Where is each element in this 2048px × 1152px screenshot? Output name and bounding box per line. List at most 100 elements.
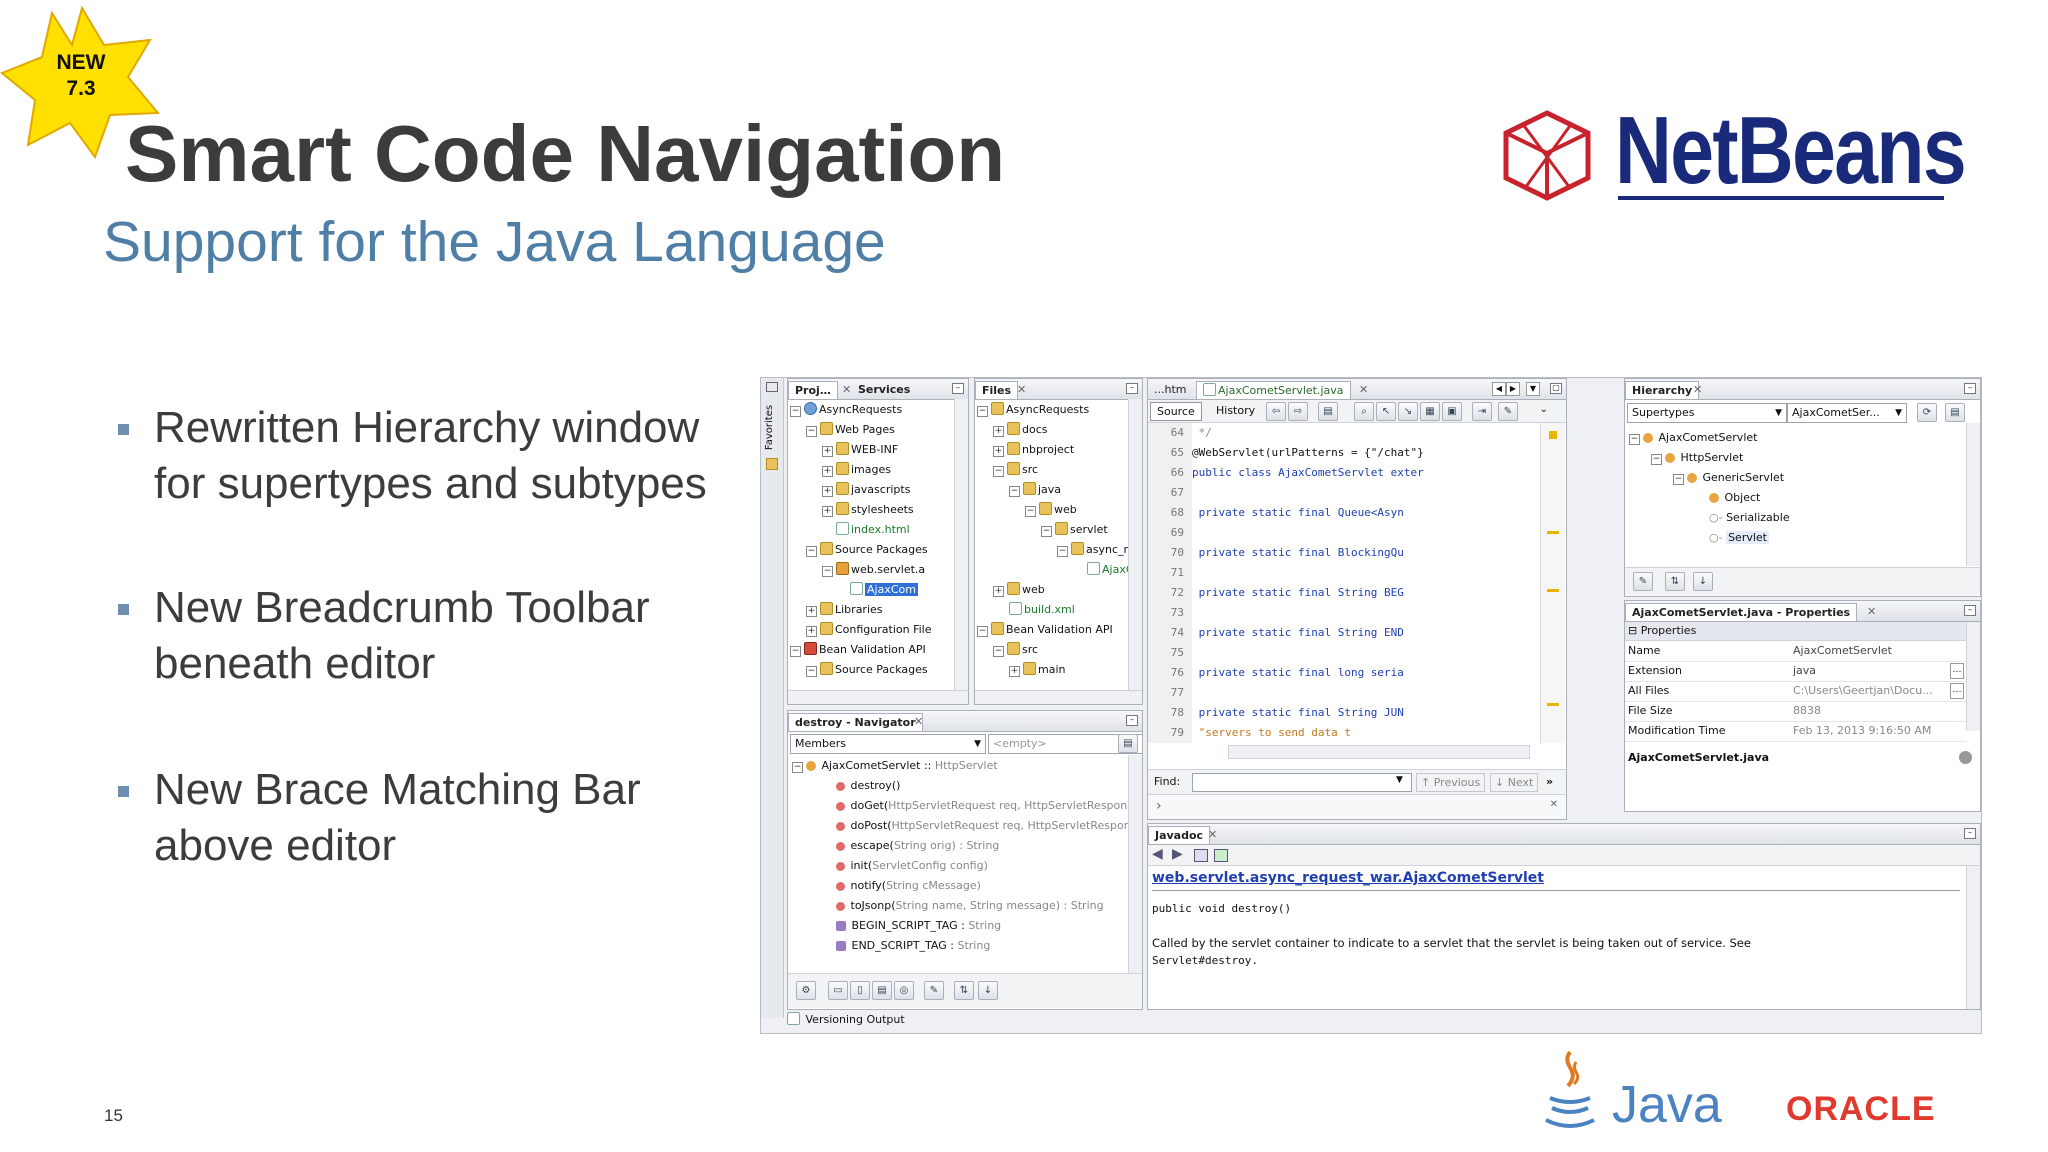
tree-item[interactable]: − web.servlet.a <box>822 561 925 579</box>
comment-icon[interactable]: ✎ <box>1498 402 1518 421</box>
restore-icon[interactable] <box>766 382 778 392</box>
find-next-icon[interactable]: ↘ <box>1398 402 1418 421</box>
tree-item[interactable]: + web <box>993 581 1045 599</box>
tab-scroll-right-icon[interactable]: ▶ <box>1506 382 1520 396</box>
warning-marker[interactable] <box>1549 431 1557 439</box>
tab-javadoc[interactable]: Javadoc <box>1148 826 1211 844</box>
sort-by-source-icon[interactable]: ↓ <box>978 981 998 1000</box>
open-source-icon[interactable]: ✎ <box>924 981 944 1000</box>
tree-item[interactable]: + main <box>1009 661 1065 679</box>
close-icon[interactable]: ✕ <box>1550 799 1558 810</box>
tree-item[interactable]: − web <box>1025 501 1077 519</box>
member-item[interactable]: destroy() <box>836 777 900 795</box>
show-fields-icon[interactable]: ▭ <box>828 981 848 1000</box>
close-icon[interactable]: ✕ <box>1687 381 1708 398</box>
expand-all-icon[interactable]: ⇅ <box>1665 572 1685 591</box>
tree-item[interactable]: − Bean Validation API <box>790 641 926 659</box>
tree-item[interactable]: + WEB-INF <box>822 441 898 459</box>
minimize-icon[interactable]: – <box>1126 715 1138 726</box>
tree-item[interactable]: + docs <box>993 421 1048 439</box>
tree-item[interactable]: + Configuration File <box>806 621 932 639</box>
maximize-icon[interactable]: ▢ <box>1550 383 1562 394</box>
open-in-browser-icon[interactable] <box>1194 849 1208 862</box>
property-row[interactable]: File Size 8838 <box>1625 701 1966 722</box>
javadoc-class-link[interactable]: web.servlet.async_request_war.AjaxCometS… <box>1152 870 1544 886</box>
tree-item[interactable]: − src <box>993 461 1038 479</box>
back-icon[interactable]: ◀ <box>1152 846 1163 862</box>
tree-item[interactable]: build.xml <box>1009 601 1075 619</box>
tab-ajaxcometservlet[interactable]: AjaxCometServlet.java <box>1196 381 1351 399</box>
tree-item[interactable]: − Web Pages <box>806 421 895 439</box>
code-area[interactable]: 64 */ 65 @WebServlet(urlPatterns = {"/cha… <box>1148 423 1540 743</box>
sort-by-name-icon[interactable]: ⇅ <box>954 981 974 1000</box>
show-static-icon[interactable]: ▯ <box>850 981 870 1000</box>
member-item[interactable]: toJsonp(String name, String message) : S… <box>836 897 1104 915</box>
tab-properties[interactable]: AjaxCometServlet.java - Properties <box>1625 603 1858 621</box>
tree-item-selected[interactable]: AjaxCom <box>850 581 918 599</box>
close-icon[interactable]: ✕ <box>1861 603 1882 620</box>
show-source-icon[interactable] <box>1214 849 1228 862</box>
scrollbar[interactable] <box>1966 622 1980 731</box>
settings-icon[interactable]: ▤ <box>1945 403 1965 422</box>
find-dropdown-icon[interactable]: ▼ <box>1396 775 1403 785</box>
toggle-highlight-icon[interactable]: ▦ <box>1420 402 1440 421</box>
hierarchy-class-select[interactable]: AjaxCometSer... ▼ <box>1787 403 1907 423</box>
tree-item[interactable]: Object <box>1709 489 1760 507</box>
shift-line-icon[interactable]: ⇥ <box>1472 402 1492 421</box>
tree-item[interactable]: − AsyncRequests <box>790 401 902 419</box>
close-icon[interactable]: ✕ <box>1353 381 1374 398</box>
breadcrumb-bar[interactable]: › ✕ <box>1148 794 1566 819</box>
tree-item[interactable]: − Source Packages <box>806 661 928 679</box>
show-inherited-icon[interactable]: ⚙ <box>796 981 816 1000</box>
last-edit-icon[interactable]: ▤ <box>1318 402 1338 421</box>
find-input[interactable] <box>1192 773 1412 792</box>
tree-item[interactable]: − HttpServlet <box>1651 449 1743 467</box>
property-row[interactable]: Extension java… <box>1625 661 1966 682</box>
show-inner-icon[interactable]: ◎ <box>894 981 914 1000</box>
refresh-icon[interactable]: ⟳ <box>1917 403 1937 422</box>
warning-marker[interactable] <box>1547 531 1559 534</box>
scrollbar[interactable] <box>788 690 968 704</box>
navigator-options-icon[interactable]: ▤ <box>1118 734 1138 753</box>
scrollbar[interactable] <box>954 399 968 704</box>
member-item[interactable]: doPost(HttpServletRequest req, HttpServl… <box>836 817 1142 835</box>
tab-projects[interactable]: Proj… <box>788 381 838 399</box>
favorites-tab[interactable]: Favorites <box>764 405 775 450</box>
horizontal-scrollbar[interactable] <box>1228 745 1530 759</box>
close-icon[interactable]: ✕ <box>1011 381 1032 398</box>
member-item[interactable]: notify(String cMessage) <box>836 877 981 895</box>
hierarchy-mode-select[interactable]: Supertypes ▼ <box>1627 403 1787 423</box>
tab-list-icon[interactable]: ▼ <box>1526 382 1540 396</box>
error-stripe[interactable] <box>1540 423 1565 743</box>
properties-section-header[interactable]: ⊟ Properties <box>1625 622 1966 641</box>
tree-item[interactable]: − GenericServlet <box>1673 469 1784 487</box>
tree-item[interactable]: − AjaxCometServlet <box>1629 429 1757 447</box>
tree-item[interactable]: − Source Packages <box>806 541 928 559</box>
tree-item[interactable]: + stylesheets <box>822 501 914 519</box>
minimize-icon[interactable]: – <box>1126 383 1138 394</box>
members-select[interactable]: Members ▼ <box>790 734 986 754</box>
minimize-icon[interactable]: – <box>1964 383 1976 394</box>
close-icon[interactable]: ✕ <box>1202 826 1223 843</box>
tree-item[interactable]: index.html <box>836 521 910 539</box>
scrollbar[interactable] <box>1966 866 1980 1009</box>
more-options-icon[interactable]: » <box>1546 775 1553 788</box>
tree-item[interactable]: + images <box>822 461 891 479</box>
member-item[interactable]: BEGIN_SCRIPT_TAG : String <box>836 917 1001 935</box>
previous-button[interactable]: ↑ Previous <box>1416 773 1486 792</box>
tree-item[interactable]: − AjaxCometServlet :: HttpServlet <box>792 757 998 775</box>
tree-item[interactable]: AjaxC <box>1087 561 1134 579</box>
tree-item[interactable]: − async_re <box>1057 541 1135 559</box>
scrollbar[interactable] <box>1128 399 1142 704</box>
history-button[interactable]: History <box>1210 402 1261 419</box>
versioning-output-tab[interactable]: Versioning Output <box>787 1010 905 1030</box>
edit-ellipsis-button[interactable]: … <box>1950 663 1964 679</box>
tab-previous-file[interactable]: ...htm <box>1148 381 1193 398</box>
property-row[interactable]: Modification Time Feb 13, 2013 9:16:50 AM <box>1625 721 1966 742</box>
next-button[interactable]: ↓ Next <box>1490 773 1539 792</box>
warning-marker[interactable] <box>1547 589 1559 592</box>
tree-item[interactable]: ○- Servlet <box>1709 529 1769 547</box>
tree-item[interactable]: − src <box>993 641 1038 659</box>
close-icon[interactable]: ✕ <box>908 713 929 730</box>
property-row[interactable]: Name AjaxCometServlet <box>1625 641 1966 662</box>
